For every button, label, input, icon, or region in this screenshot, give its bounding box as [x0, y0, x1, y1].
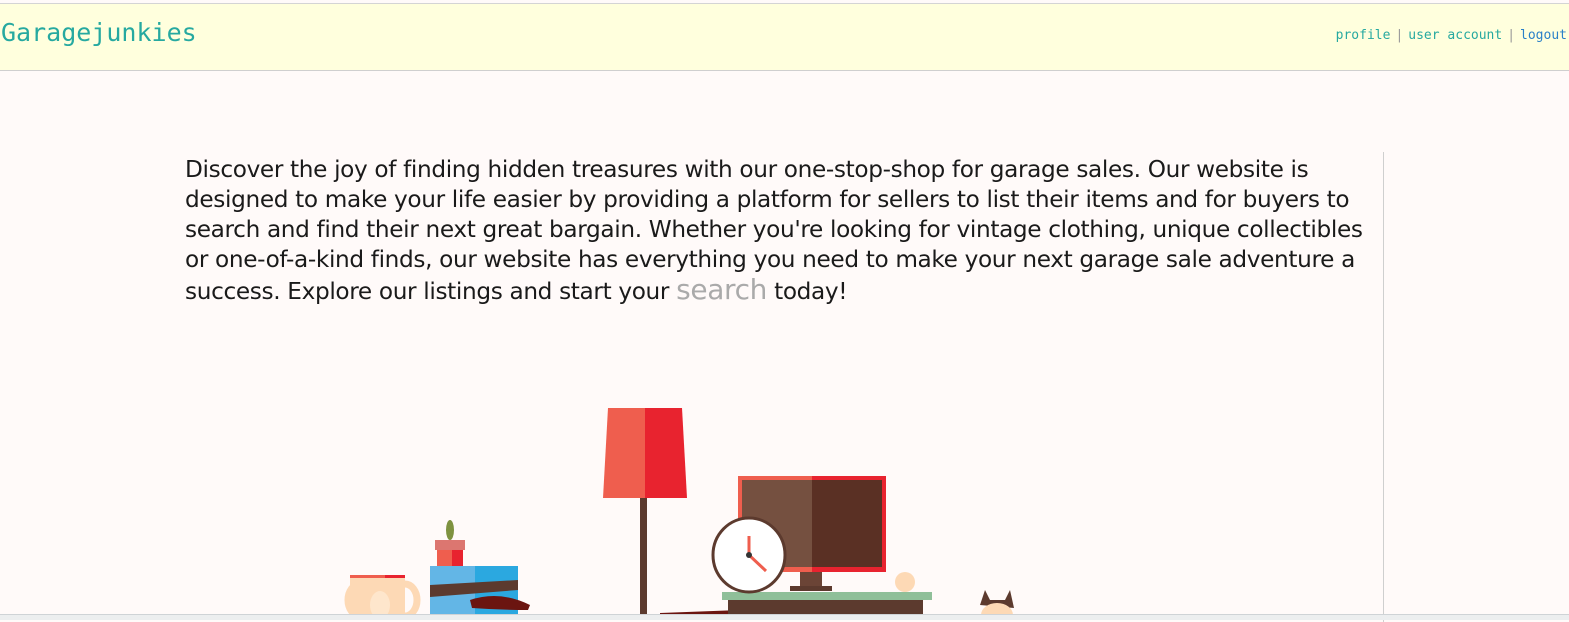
bicycle-seat-icon: [470, 596, 530, 610]
floor-lamp-icon: [603, 408, 687, 620]
garage-sale-illustration: [344, 408, 1014, 620]
logout-link[interactable]: logout: [1520, 28, 1567, 43]
horizontal-scrollbar[interactable]: [0, 614, 1569, 620]
header: Garagejunkies profile | user account | logou…: [0, 4, 1569, 71]
divider: [1383, 152, 1384, 622]
separator: |: [1507, 28, 1516, 43]
header-nav: profile | user account | logout: [1336, 28, 1567, 43]
tennis-ball-icon: [895, 572, 915, 592]
user-account-link[interactable]: user account: [1408, 28, 1502, 43]
profile-link[interactable]: profile: [1336, 28, 1391, 43]
search-link[interactable]: search: [676, 273, 767, 306]
intro-paragraph: Discover the joy of finding hidden treas…: [185, 155, 1385, 307]
clock-icon: [711, 516, 787, 594]
intro-text-end: today!: [774, 278, 848, 305]
separator: |: [1395, 28, 1404, 43]
brand-logo-link[interactable]: Garagejunkies: [1, 18, 197, 47]
